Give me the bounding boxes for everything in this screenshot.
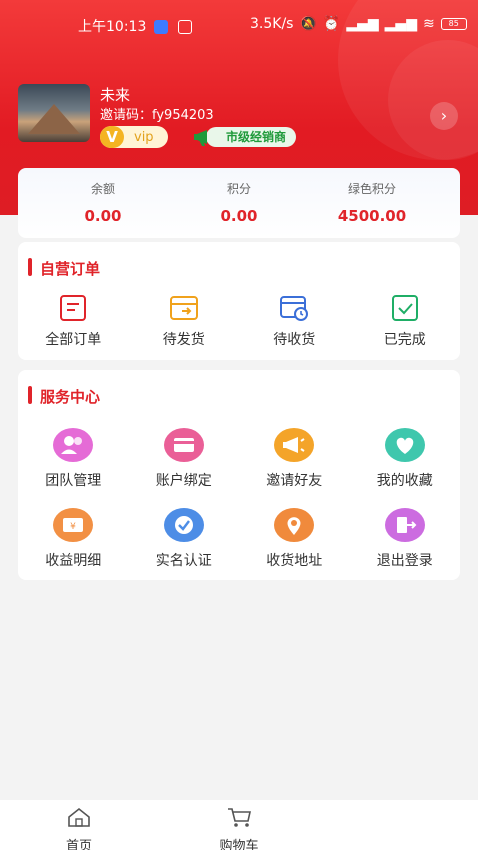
status-time: 上午10:13 xyxy=(78,19,147,35)
balance-value: 0.00 xyxy=(84,207,122,225)
service-label: 账户绑定 xyxy=(155,473,212,489)
logout-icon xyxy=(384,508,425,542)
status-bar: 上午10:13 3.5K/s 🔕 ⏰ ▂▄▆ ▂▄▆ ≋ 85 xyxy=(0,0,478,50)
orders-card: 自营订单 全部订单 待发货 待收货 已完成 xyxy=(18,242,460,360)
order-completed[interactable]: 已完成 xyxy=(350,294,461,349)
orders-grid: 全部订单 待发货 待收货 已完成 xyxy=(18,294,460,349)
orders-title: 自营订单 xyxy=(28,258,100,279)
tab-label: 首页 xyxy=(65,839,92,850)
cart-icon xyxy=(194,806,284,832)
vip-icon: V xyxy=(100,126,124,148)
balance-card: 余额 0.00 积分 0.00 绿色积分 4500.00 xyxy=(18,168,460,238)
megaphone-icon xyxy=(274,428,315,462)
service-verification[interactable]: 实名认证 xyxy=(129,508,240,588)
service-account-binding[interactable]: 账户绑定 xyxy=(129,428,240,508)
alarm-icon: ⏰ xyxy=(322,16,341,32)
services-card: 服务中心 团队管理 账户绑定 邀请好友 我的收藏 ¥ 收益明细 实名认证 收货地… xyxy=(18,370,460,580)
dealer-badge: 市级经销商 xyxy=(194,126,297,148)
home-icon xyxy=(34,806,124,832)
card-icon xyxy=(163,428,204,462)
battery-icon: 85 xyxy=(440,18,467,30)
order-pending-receive[interactable]: 待收货 xyxy=(239,294,350,349)
service-invite-friends[interactable]: 邀请好友 xyxy=(239,428,350,508)
order-pending-ship[interactable]: 待发货 xyxy=(129,294,240,349)
points-item[interactable]: 积分 0.00 xyxy=(169,180,309,225)
receive-pending-icon xyxy=(278,294,310,322)
notification-app-icon xyxy=(178,20,193,34)
service-address[interactable]: 收货地址 xyxy=(239,508,350,588)
services-grid: 团队管理 账户绑定 邀请好友 我的收藏 ¥ 收益明细 实名认证 收货地址 退出登… xyxy=(18,428,460,588)
team-icon xyxy=(53,428,94,462)
verified-icon xyxy=(163,508,204,542)
avatar[interactable] xyxy=(18,84,90,142)
username: 未来 xyxy=(100,86,131,104)
megaphone-icon xyxy=(194,126,222,148)
signal-icon: ▂▄▆ xyxy=(346,16,379,32)
green-points-label: 绿色积分 xyxy=(347,182,396,196)
service-logout[interactable]: 退出登录 xyxy=(350,508,461,588)
order-label: 待发货 xyxy=(162,332,205,348)
balance-item[interactable]: 余额 0.00 xyxy=(33,180,173,225)
service-team[interactable]: 团队管理 xyxy=(18,428,129,508)
order-all[interactable]: 全部订单 xyxy=(18,294,129,349)
ship-pending-icon xyxy=(168,294,200,322)
completed-icon xyxy=(389,294,421,322)
services-title: 服务中心 xyxy=(28,386,100,407)
wifi-icon: ≋ xyxy=(422,16,435,32)
tab-home[interactable]: 首页 xyxy=(34,806,124,850)
location-icon xyxy=(274,508,315,542)
balance-label: 余额 xyxy=(90,182,115,196)
points-label: 积分 xyxy=(226,182,251,196)
title-marker xyxy=(28,258,32,276)
bottom-tab-bar: 首页 购物车 xyxy=(0,800,478,850)
notification-app-icon xyxy=(153,20,168,34)
service-label: 邀请好友 xyxy=(266,473,323,489)
invite-code: 邀请码：fy954203 xyxy=(100,108,214,123)
chevron-right-icon[interactable]: › xyxy=(430,102,458,130)
ticket-icon: ¥ xyxy=(53,508,94,542)
svg-text:¥: ¥ xyxy=(70,522,76,532)
user-profile[interactable]: 未来 邀请码：fy954203 V vip 市级经销商 › xyxy=(18,84,458,154)
service-label: 收货地址 xyxy=(266,553,323,569)
service-label: 团队管理 xyxy=(45,473,102,489)
green-points-item[interactable]: 绿色积分 4500.00 xyxy=(302,180,442,225)
service-favorites[interactable]: 我的收藏 xyxy=(350,428,461,508)
service-label: 我的收藏 xyxy=(376,473,433,489)
service-label: 实名认证 xyxy=(155,553,212,569)
order-label: 待收货 xyxy=(273,332,316,348)
network-speed: 3.5K/s xyxy=(250,16,294,32)
vip-label: vip xyxy=(134,129,154,145)
title-marker xyxy=(28,386,32,404)
service-earnings[interactable]: ¥ 收益明细 xyxy=(18,508,129,588)
heart-icon xyxy=(384,428,425,462)
signal-icon: ▂▄▆ xyxy=(384,16,417,32)
tab-label: 购物车 xyxy=(219,839,259,850)
tab-cart[interactable]: 购物车 xyxy=(194,806,284,850)
mute-icon: 🔕 xyxy=(299,16,317,32)
order-list-icon xyxy=(57,294,89,322)
green-points-value: 4500.00 xyxy=(337,207,407,225)
points-value: 0.00 xyxy=(220,207,258,225)
vip-badge: V vip xyxy=(100,126,168,148)
service-label: 收益明细 xyxy=(45,553,102,569)
order-label: 已完成 xyxy=(383,332,426,348)
service-label: 退出登录 xyxy=(376,553,433,569)
order-label: 全部订单 xyxy=(45,332,102,348)
